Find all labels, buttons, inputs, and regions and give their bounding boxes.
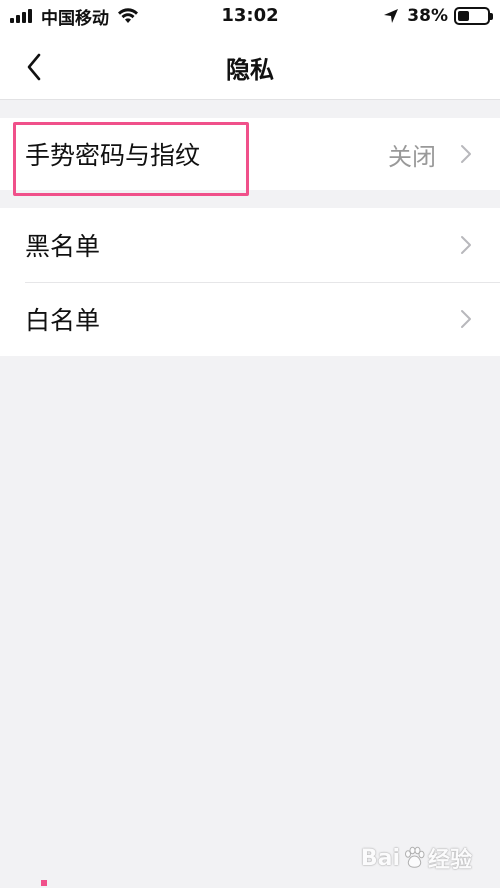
paw-icon [404, 846, 425, 868]
security-group: 手势密码与指纹 关闭 [0, 118, 500, 190]
baidu-jingyan-watermark: Bai 经验 [361, 842, 472, 874]
whitelist-row[interactable]: 白名单 [0, 282, 500, 356]
chevron-right-icon [461, 236, 471, 254]
gesture-password-status: 关闭 [388, 142, 436, 171]
gesture-password-fingerprint-row[interactable]: 手势密码与指纹 关闭 [0, 118, 500, 190]
pink-marker [41, 880, 47, 886]
gesture-password-label: 手势密码与指纹 [25, 141, 201, 170]
watermark-text-left: Bai [360, 845, 400, 871]
watermark-text-right: 经验 [427, 848, 472, 873]
battery-level [458, 11, 469, 21]
battery-icon [454, 7, 493, 25]
status-bar: 中国移动 13:02 38% [0, 0, 500, 34]
location-arrow-icon [384, 9, 399, 23]
chevron-right-icon [461, 310, 471, 328]
chevron-right-icon [461, 145, 471, 163]
whitelist-label: 白名单 [25, 306, 101, 335]
blacklist-row[interactable]: 黑名单 [0, 208, 500, 282]
navigation-bar: 隐私 [0, 34, 500, 100]
blacklist-label: 黑名单 [25, 232, 101, 261]
list-group: 黑名单 白名单 [0, 208, 500, 356]
page-title: 隐私 [226, 56, 274, 84]
status-right: 38% [383, 6, 493, 26]
battery-percentage: 38% [407, 6, 448, 26]
